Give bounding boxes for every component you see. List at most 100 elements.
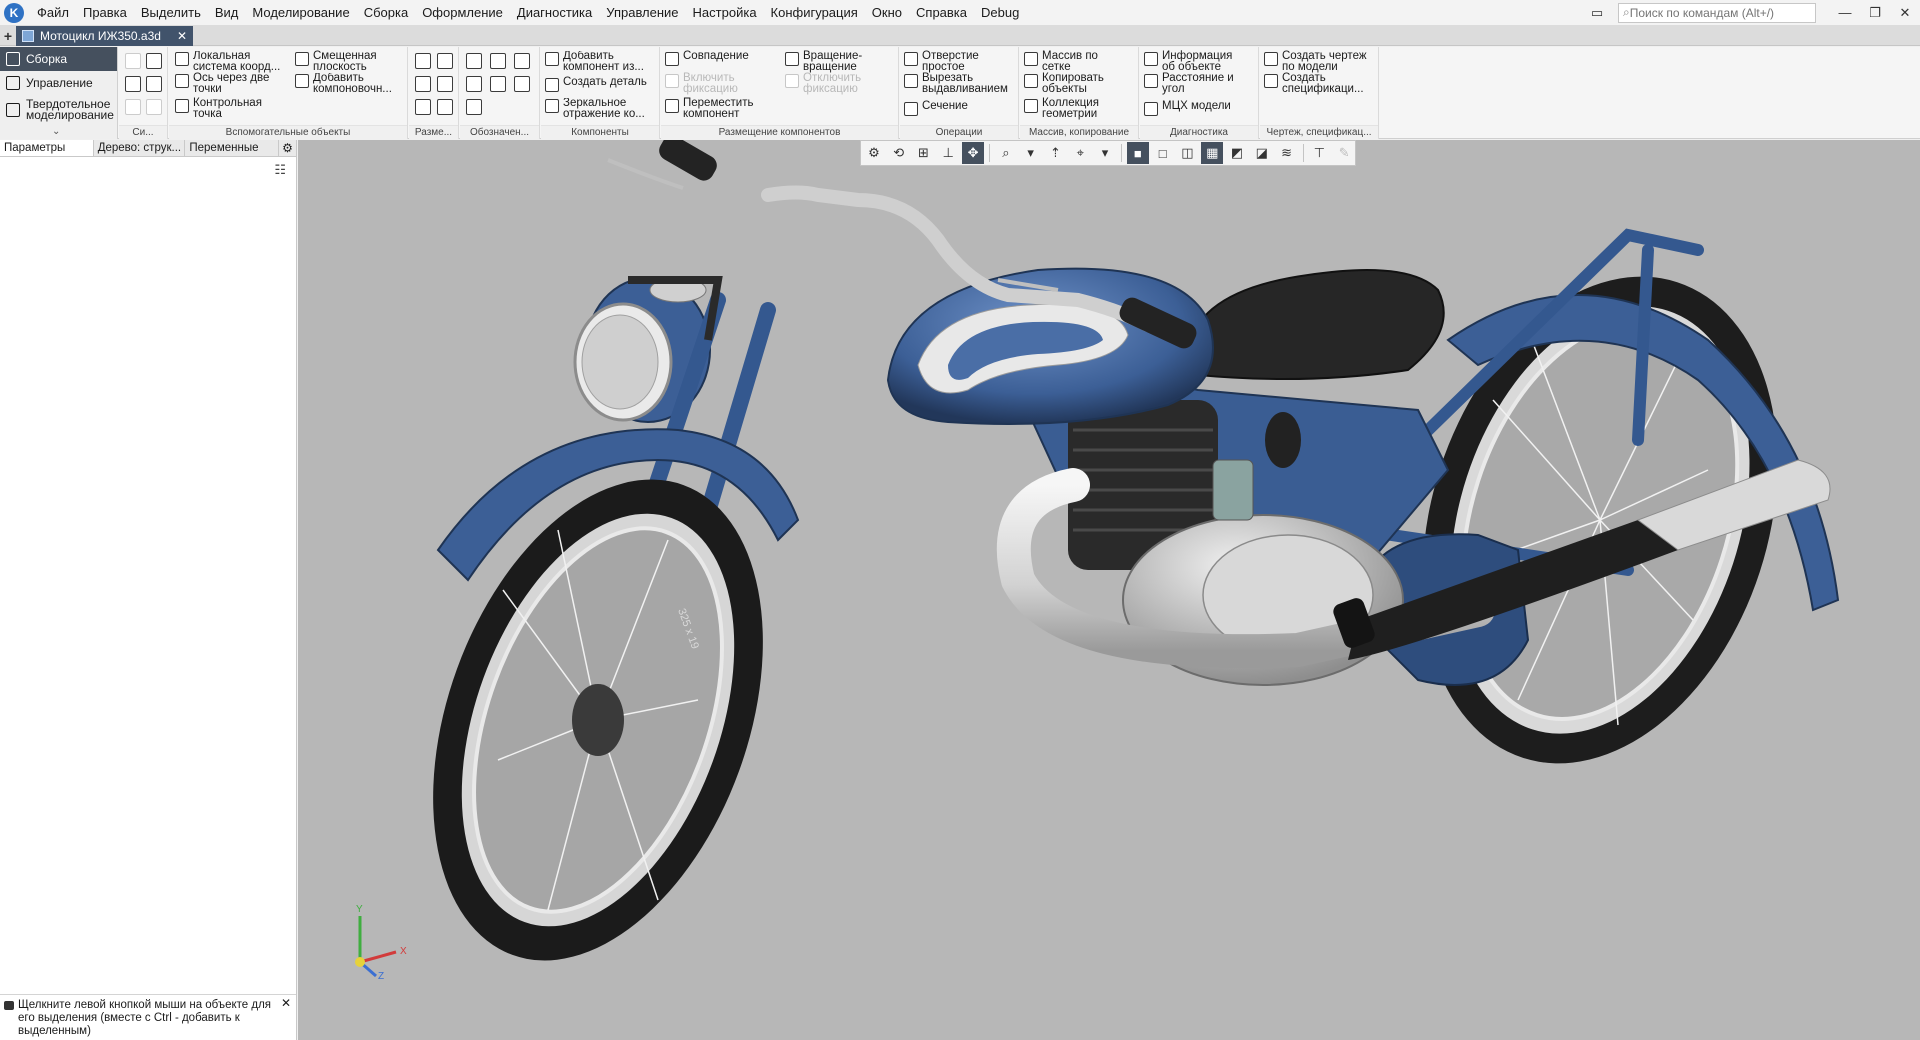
zoom-icon[interactable]: ⌕	[995, 142, 1017, 164]
menu-configuration[interactable]: Конфигурация	[764, 0, 865, 26]
management-icon	[6, 76, 20, 90]
gear-icon[interactable]: ⚙	[279, 140, 296, 156]
preview-icon[interactable]	[146, 76, 162, 92]
redraw-icon[interactable]: ⟲	[888, 142, 910, 164]
command-search-input[interactable]	[1629, 5, 1800, 20]
menu-file[interactable]: Файл	[30, 0, 76, 26]
menu-modeling[interactable]: Моделирование	[245, 0, 356, 26]
zoom-dropdown-icon[interactable]: ▾	[1020, 142, 1042, 164]
orient-axis-icon[interactable]: ⇡	[1045, 142, 1067, 164]
explode-icon[interactable]: ◪	[1251, 142, 1273, 164]
pan-icon[interactable]: ✥	[962, 142, 984, 164]
position-mark-icon[interactable]	[466, 76, 482, 92]
tab-variables[interactable]: Переменные	[185, 140, 280, 156]
motorcycle-model[interactable]: 325 x 19	[298, 140, 1920, 1040]
perspective-icon[interactable]: ◫	[1177, 142, 1199, 164]
print-icon[interactable]	[125, 76, 141, 92]
auto-dimension-icon[interactable]	[415, 99, 431, 115]
new-document-icon[interactable]: +	[0, 26, 16, 46]
document-tab[interactable]: Мотоцикл ИЖ350.a3d ✕	[16, 25, 194, 46]
menu-diagnostics[interactable]: Диагностика	[510, 0, 599, 26]
menu-edit[interactable]: Правка	[76, 0, 134, 26]
menu-settings[interactable]: Настройка	[686, 0, 764, 26]
tab-parameters[interactable]: Параметры	[0, 140, 94, 156]
copy-objects-button[interactable]: Копировать объекты	[1024, 72, 1114, 95]
save-icon[interactable]	[125, 53, 141, 69]
simple-hole-button[interactable]: Отверстие простое	[904, 50, 988, 73]
triad-icon[interactable]: ⌖	[1069, 142, 1091, 164]
radius-dimension-icon[interactable]	[437, 76, 453, 92]
redo-icon[interactable]	[146, 99, 162, 115]
add-component-button[interactable]: Добавить компонент из...	[545, 51, 657, 73]
control-point-icon	[175, 99, 189, 113]
create-spec-button[interactable]: Создать спецификаци...	[1264, 72, 1372, 95]
display-filter-icon[interactable]: ⊤	[1309, 142, 1331, 164]
extrude-cut-button[interactable]: Вырезать выдавливанием	[904, 72, 1018, 95]
add-layout-button[interactable]: Добавить компоновочн...	[295, 73, 405, 95]
menu-design[interactable]: Оформление	[415, 0, 510, 26]
menu-help[interactable]: Справка	[909, 0, 974, 26]
grid-icon[interactable]: ▦	[1201, 142, 1224, 164]
linear-dimension-icon[interactable]	[415, 53, 431, 69]
rotate-rotate-button[interactable]: Вращение-вращение	[785, 50, 875, 73]
object-info-button[interactable]: Информация об объекте	[1144, 50, 1242, 73]
menu-assembly[interactable]: Сборка	[357, 0, 416, 26]
section-button[interactable]: Сечение	[904, 100, 968, 116]
mirror-component-button[interactable]: Зеркальное отражение ко...	[545, 98, 657, 120]
panel-toggle-icon[interactable]: ▭	[1582, 0, 1612, 26]
pencil-icon[interactable]: ✎	[1333, 142, 1355, 164]
app-logo[interactable]: K	[4, 2, 24, 23]
disable-fix-button[interactable]: Отключить фиксацию	[785, 72, 875, 95]
tab-tree[interactable]: Дерево: струк...	[94, 140, 186, 156]
layers-icon[interactable]: ≋	[1276, 142, 1298, 164]
offset-plane-button[interactable]: Смещенная плоскость	[295, 50, 387, 73]
grid-array-button[interactable]: Массив по сетке	[1024, 50, 1108, 73]
create-part-button[interactable]: Создать деталь	[545, 76, 647, 92]
view-orient-icon[interactable]: ⊞	[913, 142, 935, 164]
close-tab-icon[interactable]: ✕	[177, 29, 187, 43]
base-mark-icon[interactable]	[514, 76, 530, 92]
tolerance-icon[interactable]	[490, 76, 506, 92]
control-point-button[interactable]: Контрольная точка	[175, 97, 273, 120]
local-cs-button[interactable]: Локальная система коорд...	[175, 51, 281, 73]
menu-management[interactable]: Управление	[599, 0, 685, 26]
mode-management[interactable]: Управление	[0, 71, 117, 95]
roughness-icon[interactable]	[490, 53, 506, 69]
geometry-collection-button[interactable]: Коллекция геометрии	[1024, 97, 1112, 120]
mode-solid-modeling[interactable]: Твердотельное моделирование	[0, 95, 117, 125]
triad-dropdown-icon[interactable]: ▾	[1094, 142, 1116, 164]
distance-angle-button[interactable]: Расстояние и угол	[1144, 72, 1242, 95]
diameter-dimension-icon[interactable]	[437, 53, 453, 69]
weld-icon[interactable]	[514, 53, 530, 69]
normal-view-icon[interactable]: ⊥	[937, 142, 959, 164]
axis-two-points-button[interactable]: Ось через две точки	[175, 72, 281, 95]
coincidence-button[interactable]: Совпадение	[665, 50, 749, 66]
marking-icon[interactable]	[466, 99, 482, 115]
undo-icon[interactable]	[125, 99, 141, 115]
3d-viewport[interactable]: 325 x 19 ⚙ ⟲ ⊞ ⊥ ✥ ⌕ ▾ ⇡ ⌖ ▾ ■ □ ◫ ▦ ◩ ◪…	[298, 140, 1920, 1040]
close-icon[interactable]: ✕	[1890, 0, 1920, 26]
close-hint-icon[interactable]: ✕	[281, 997, 291, 1010]
mode-assembly[interactable]: Сборка	[0, 47, 117, 71]
angle-dimension-icon[interactable]	[415, 76, 431, 92]
minimize-icon[interactable]: —	[1830, 0, 1860, 26]
enable-fix-button[interactable]: Включить фиксацию	[665, 72, 755, 95]
dimension-edit-icon[interactable]	[437, 99, 453, 115]
view-toolbar: ⚙ ⟲ ⊞ ⊥ ✥ ⌕ ▾ ⇡ ⌖ ▾ ■ □ ◫ ▦ ◩ ◪ ≋ ⊤ ✎	[860, 140, 1356, 166]
view-settings-icon[interactable]: ⚙	[863, 142, 885, 164]
menu-select[interactable]: Выделить	[134, 0, 208, 26]
leader-icon[interactable]	[466, 53, 482, 69]
save-all-icon[interactable]	[146, 53, 162, 69]
wireframe-cube-icon[interactable]: □	[1152, 142, 1174, 164]
section-view-icon[interactable]: ◩	[1226, 142, 1248, 164]
collapse-chevron-icon[interactable]: ⌄	[52, 126, 60, 137]
tree-view-icon[interactable]: ☷	[274, 162, 286, 178]
menu-debug[interactable]: Debug	[974, 0, 1026, 26]
move-component-button[interactable]: Переместить компонент	[665, 97, 761, 120]
restore-icon[interactable]: ❐	[1860, 0, 1890, 26]
shaded-cube-icon[interactable]: ■	[1126, 142, 1149, 164]
menu-window[interactable]: Окно	[865, 0, 909, 26]
mass-properties-button[interactable]: МЦХ модели	[1144, 100, 1231, 116]
create-drawing-button[interactable]: Создать чертеж по модели	[1264, 50, 1378, 73]
menu-view[interactable]: Вид	[208, 0, 246, 26]
